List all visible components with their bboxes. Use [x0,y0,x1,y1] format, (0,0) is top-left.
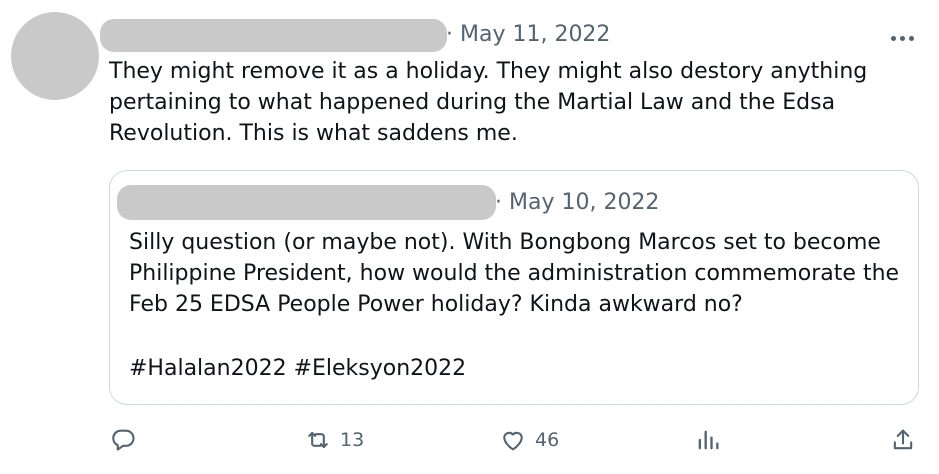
tweet-text-line: They might remove it as a holiday. They … [109,59,868,84]
quoted-hashtags[interactable]: #Halalan2022 #Eleksyon2022 [129,353,466,384]
reply-button[interactable] [109,424,137,456]
retweet-arrows-icon [308,431,328,449]
more-options-icon[interactable] [891,36,917,42]
avatar[interactable] [11,12,99,100]
like-count: 46 [535,429,560,451]
tweet-text-line: Revolution. This is what saddens me. [109,121,518,146]
tweet-text: They might remove it as a holiday. They … [109,56,867,149]
tweet-text-line: pertaining to what happened during the M… [109,90,836,115]
redacted-username [100,19,447,52]
quoted-tweet-text: Silly question (or maybe not). With Bong… [129,227,899,320]
retweet-button[interactable]: 13 [304,424,364,456]
quoted-text-line: Feb 25 EDSA People Power holiday? Kinda … [129,292,743,317]
like-button[interactable]: 46 [499,424,559,456]
views-button[interactable] [694,424,722,456]
retweet-count: 13 [340,429,365,451]
speech-bubble-icon [112,429,135,451]
quoted-text-line: Philippine President, how would the admi… [129,261,900,286]
heart-icon [503,431,523,451]
quoted-tweet-date[interactable]: · May 10, 2022 [495,190,659,215]
bar-chart-icon [698,430,719,450]
redacted-quoted-username [117,185,496,220]
quoted-text-line: Silly question (or maybe not). With Bong… [129,230,881,255]
tweet-date[interactable]: · May 11, 2022 [446,22,610,47]
upload-arrow-icon [893,429,913,450]
share-button[interactable] [889,424,917,456]
